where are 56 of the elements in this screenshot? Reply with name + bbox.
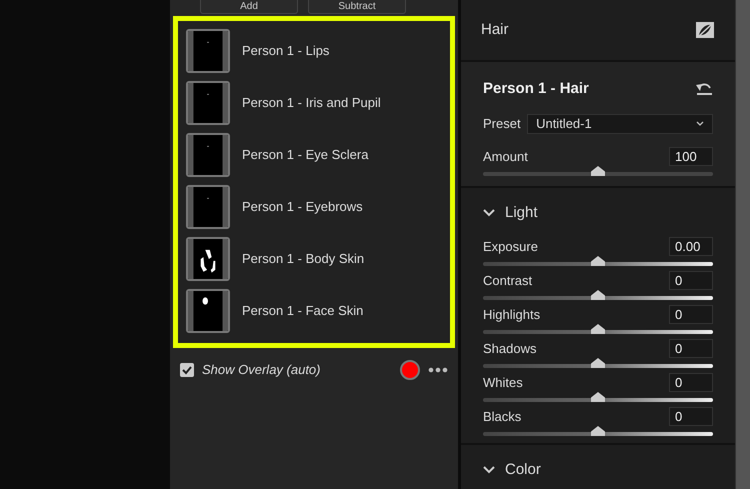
slider-label: Contrast	[483, 272, 532, 290]
slider-label: Highlights	[483, 306, 540, 324]
panel-title: Hair	[481, 20, 509, 40]
mask-item[interactable]: Person 1 - Face Skin	[186, 285, 442, 337]
slider-label: Blacks	[483, 408, 522, 426]
mask-label: Person 1 - Face Skin	[242, 302, 364, 320]
more-icon[interactable]	[428, 367, 448, 373]
checkbox[interactable]	[180, 363, 194, 377]
preset-label: Preset	[483, 114, 521, 133]
mask-thumbnail	[186, 133, 230, 177]
mask-item[interactable]: Person 1 - Body Skin	[186, 233, 442, 285]
slider-label: Amount	[483, 148, 528, 166]
mask-button[interactable]: Subtract	[308, 0, 406, 14]
value-field[interactable]: 0	[669, 406, 713, 426]
mask-item[interactable]: Person 1 - Lips	[186, 25, 442, 77]
value-field[interactable]: 100	[669, 146, 713, 166]
chevron-icon	[483, 466, 495, 474]
slider-thumb[interactable]	[591, 166, 605, 176]
mask-thumbnail	[186, 289, 230, 333]
section-header[interactable]: Light	[461, 188, 735, 232]
mask-label: Person 1 - Eye Sclera	[242, 146, 368, 164]
mask-item[interactable]: Person 1 - Iris and Pupil	[186, 77, 442, 129]
value-field[interactable]: 0.00	[669, 236, 713, 256]
slider-thumb[interactable]	[591, 324, 605, 334]
mask-thumbnail	[186, 237, 230, 281]
caret-icon	[696, 120, 704, 126]
value-field[interactable]: 0	[669, 372, 713, 392]
preset-dropdown[interactable]: Untitled-1	[527, 114, 713, 134]
slider-thumb[interactable]	[591, 392, 605, 402]
color-swatch[interactable]	[400, 360, 420, 380]
value-field[interactable]: 0	[669, 304, 713, 324]
slider-label: Whites	[483, 374, 523, 392]
slider-label: Shadows	[483, 340, 536, 358]
slider-thumb[interactable]	[591, 256, 605, 266]
mask-thumbnail	[186, 81, 230, 125]
mask-thumbnail	[186, 185, 230, 229]
reset-icon[interactable]	[695, 82, 713, 96]
mask-label: Person 1 - Lips	[242, 42, 330, 60]
mask-title: Person 1 - Hair	[483, 79, 589, 99]
scrollbar[interactable]	[735, 0, 750, 489]
slider-thumb[interactable]	[591, 426, 605, 436]
slider-label: Exposure	[483, 238, 538, 256]
mask-label: Person 1 - Body Skin	[242, 250, 364, 268]
mask-item[interactable]: Person 1 - Eye Sclera	[186, 129, 442, 181]
mask-item[interactable]: Person 1 - Eyebrows	[186, 181, 442, 233]
value-field[interactable]: 0	[669, 270, 713, 290]
slider-thumb[interactable]	[591, 290, 605, 300]
overlay-label: Show Overlay (auto)	[202, 361, 322, 380]
chevron-icon	[483, 209, 495, 218]
mask-label: Person 1 - Iris and Pupil	[242, 94, 381, 112]
mask-label: Person 1 - Eyebrows	[242, 198, 363, 216]
slider-thumb[interactable]	[591, 358, 605, 368]
value-field[interactable]: 0	[669, 338, 713, 358]
mask-button[interactable]: Add	[200, 0, 298, 14]
mask-thumbnail	[186, 29, 230, 73]
mask-toggle-icon[interactable]	[695, 21, 715, 39]
